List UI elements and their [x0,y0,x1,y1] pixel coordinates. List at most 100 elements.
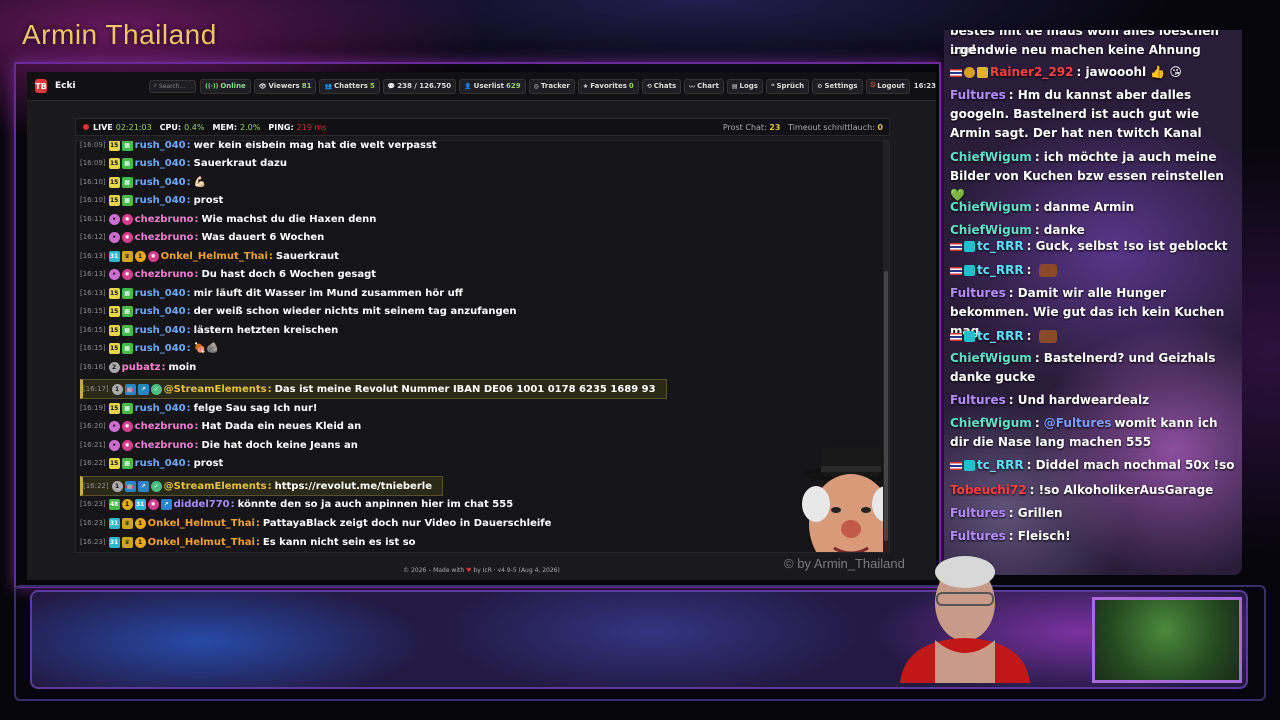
chat-text: felge Sau sag Ich nur! [193,402,318,414]
chat-text: Es kann nicht sein es ist so [262,536,416,548]
gift-icon: ▦ [121,194,133,206]
toolbar-viewers-button[interactable]: 👁 Viewers 81 [253,78,317,94]
star-badge-icon: ✸ [121,213,133,225]
chat-message: [16:09] 15 ▦ rush_040: wer kein eisbein mag … [80,140,437,153]
blue-badge-icon: ↗ [137,383,149,395]
colon: : [194,213,199,225]
chat-username[interactable]: chezbruno [135,214,194,225]
toolbar-chats-button[interactable]: ⟲ Chats [641,78,682,94]
chat-username[interactable]: Onkel_Helmut_Thai [148,537,255,548]
colon: : [186,157,191,169]
overlay-chat-message: tc_RRR: Guck, selbst !so ist geblockt [950,237,1240,256]
timestamp: [16:22] [80,459,106,467]
colon: : [1026,329,1036,343]
chat-username[interactable]: rush_040 [135,343,186,354]
chat-username[interactable]: rush_040 [135,177,186,188]
colon: : [255,536,260,548]
overlay-chat-message: irgendwie neu machen keine Ahnung [950,41,1240,60]
chat-username[interactable]: chezbruno [135,232,194,243]
overlay-username: Fultures [950,88,1006,102]
live-dot-icon [83,124,89,130]
toolbar-label: Online [220,82,246,90]
toolbar-label: Userlist [473,82,505,90]
chat-message: [16:22] 1 🤖 ↗ ✓ @StreamElements: https://revol… [80,476,443,496]
thai-flag-icon [950,461,962,470]
toolbar-logout-button[interactable]: ⎋ Logout [865,78,910,94]
timestamp: [16:21] [80,441,106,449]
chat-username[interactable]: rush_040 [135,458,186,469]
toolbar-userlist-button[interactable]: 👤 Userlist 629 [459,78,526,94]
timestamp: [16:13] [80,270,106,278]
chat-username[interactable]: rush_040 [135,306,186,317]
chat-message: [16:23] 31 ♛ 1 Onkel_Helmut_Thai: Es kann nic… [80,534,416,550]
timestamp: [16:12] [80,233,106,241]
chat-log[interactable]: [16:09] 15 ▦ rush_040: wer kein eisbein mag … [75,140,890,553]
timestamp: [16:23] [80,519,106,527]
colon: : [186,176,191,188]
toolbar-settings-button[interactable]: ⚙ Settings [812,78,863,94]
chat-username[interactable]: chezbruno [135,421,194,432]
timestamp: [16:15] [80,307,106,315]
toolbar-online-button[interactable]: ((·)) Online [200,78,251,94]
toolbar-tracker-button[interactable]: ◎ Tracker [528,78,575,94]
gear-icon: ⚙ [817,82,823,90]
chat-text: Wie machst du die Haxen denn [201,213,377,225]
gift-icon: ▦ [121,402,133,414]
chat-text: wer kein eisbein mag hat die welt verpas… [193,140,437,151]
chat-username[interactable]: rush_040 [135,288,186,299]
badge-icon [964,265,975,276]
sub-badge-icon: 15 [108,287,120,299]
scroll-thumb[interactable] [884,271,888,541]
chat-username[interactable]: rush_040 [135,158,186,169]
colon: : [161,361,166,373]
chat-username[interactable]: rush_040 [135,403,186,414]
thai-flag-icon [950,68,962,77]
chat-message: [16:15] 15 ▦ rush_040: 🍖🪨 [80,340,219,356]
overlay-chat-message: tc_RRR: [950,327,1240,346]
chat-username[interactable]: rush_040 [135,195,186,206]
toolbar-messages-button[interactable]: 💬 238 / 126.750 [382,78,457,94]
toolbar-sprueche-button[interactable]: ❝ Sprüch [765,78,810,94]
overlay-username: Tobeuchi72 [950,483,1027,497]
chat-username[interactable]: pubatz [122,362,161,373]
chat-text: Du hast doch 6 Wochen gesagt [201,268,377,280]
chat-username[interactable]: Onkel_Helmut_Thai [148,518,255,529]
chat-message: [16:17] 1 🤖 ↗ ✓ @StreamElements: Das ist meine… [80,379,667,399]
prost-count: 23 [769,122,781,132]
star-badge-icon: ✸ [147,250,159,262]
colon: : [230,498,235,510]
chat-username[interactable]: rush_040 [135,325,186,336]
top-toolbar: TB Ecki ⌕ Search... ((·)) Online 👁 Viewers 8… [27,72,936,101]
toolbar-logs-button[interactable]: ▤ Logs [726,78,763,94]
toolbar-favorites-button[interactable]: ★ Favorites 0 [577,78,639,94]
toolbar-count: 0 [628,82,634,90]
chat-username[interactable]: chezbruno [135,269,194,280]
chat-message: [16:23] 31 ♛ 1 Onkel_Helmut_Thai: PattayaBlac… [80,515,551,531]
app-logo: TB [35,79,48,93]
uptime: 02:21:03 [115,122,152,132]
gold-badge-icon: 1 [134,536,146,548]
chat-username[interactable]: chezbruno [135,440,194,451]
chat-message: [16:23] 48 1 31 ✸ ↗ diddel770: könnte den so ja… [80,496,513,512]
chat-username[interactable]: @StreamElements [164,481,267,492]
gift-icon: ▦ [121,176,133,188]
toolbar-chart-button[interactable]: 〰 Chart [684,78,724,94]
quote-icon: ❝ [770,82,775,90]
chat-username[interactable]: @StreamElements [164,384,267,395]
chat-username[interactable]: diddel770 [174,499,230,510]
chat-username[interactable]: Onkel_Helmut_Thai [161,251,268,262]
toolbar-label: Chatters [333,82,368,90]
timestamp: [16:09] [80,159,106,167]
chat-message: [16:13] • ✸ chezbruno: Du hast doch 6 Wochen… [80,266,376,282]
overlay-username: Fultures [950,529,1006,543]
star-badge-icon: ✸ [121,268,133,280]
chat-username[interactable]: rush_040 [135,141,186,151]
overlay-chat-message: ChiefWigum: ich möchte ja auch meine Bil… [950,148,1240,205]
toolbar-label: Favorites [590,82,627,90]
toolbar-label: Chats [653,82,677,90]
chat-scrollbar[interactable] [883,141,889,552]
toolbar-chatters-button[interactable]: 👥 Chatters 5 [319,78,380,94]
chat-message: [16:19] 15 ▦ rush_040: felge Sau sag Ich nur… [80,400,318,416]
timestamp: [16:20] [80,422,106,430]
search-input[interactable]: ⌕ Search... [148,79,197,93]
